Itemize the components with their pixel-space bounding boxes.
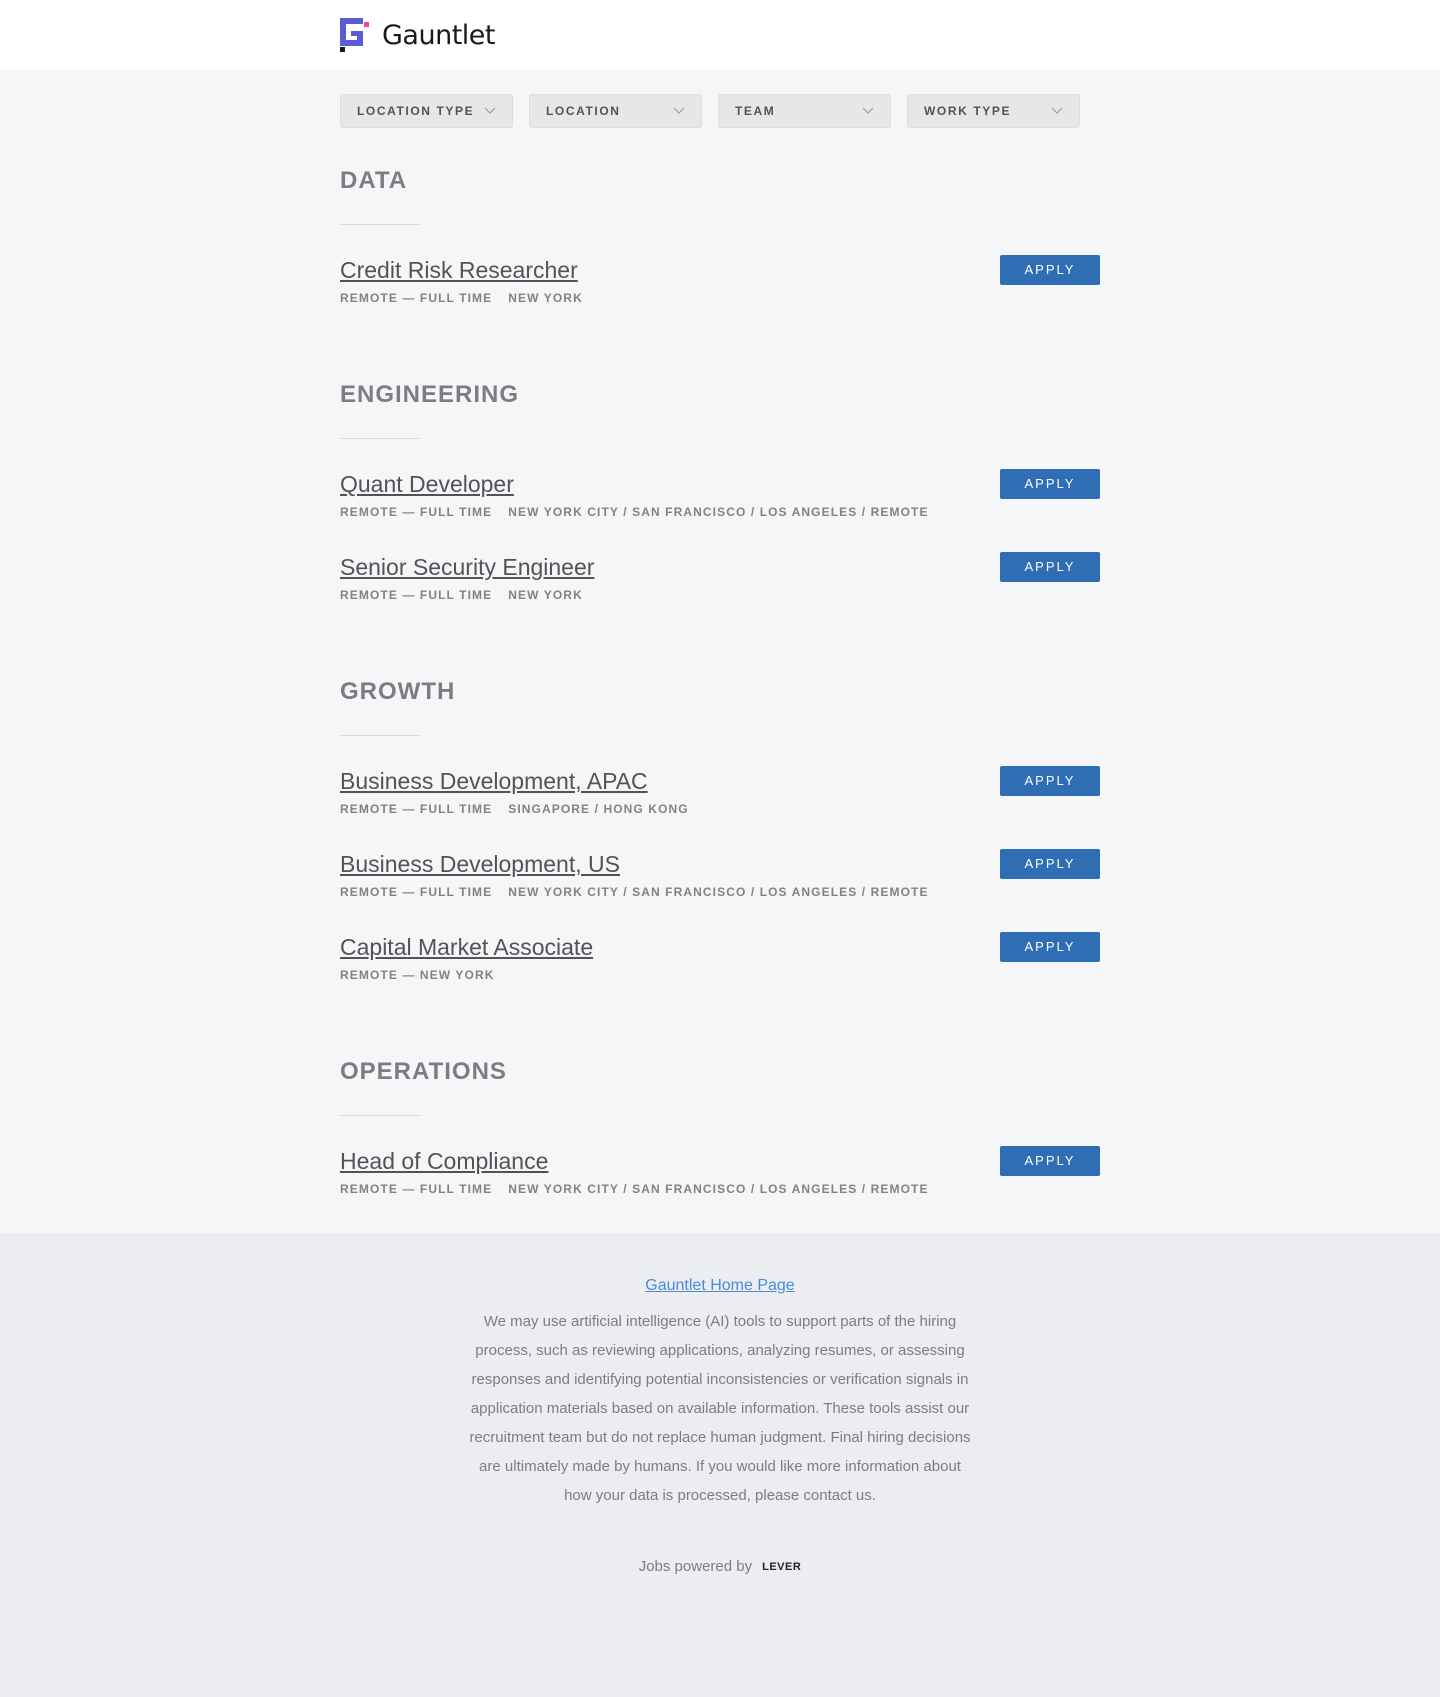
main-content: LOCATION TYPE LOCATION TEAM WORK TYPE DATA C… (0, 70, 1440, 1233)
posting-title-link[interactable]: Capital Market Associate (340, 932, 1100, 962)
filter-bar: LOCATION TYPE LOCATION TEAM WORK TYPE (340, 94, 1096, 128)
posting-title-link[interactable]: Quant Developer (340, 469, 1100, 499)
posting-meta: REMOTE — FULL TIME NEW YORK (340, 588, 1100, 602)
filter-dropdown-location-type[interactable]: LOCATION TYPE (340, 94, 513, 128)
filter-label: LOCATION (546, 104, 621, 118)
posting-location: NEW YORK CITY / SAN FRANCISCO / LOS ANGE… (508, 1182, 929, 1196)
filter-dropdown-work-type[interactable]: WORK TYPE (907, 94, 1080, 128)
powered-by: Jobs powered by LEVER (0, 1558, 1440, 1575)
posting-group-data: DATA Credit Risk Researcher REMOTE — FULL … (340, 166, 1100, 338)
posting-meta: REMOTE — FULL TIME SINGAPORE / HONG KONG (340, 802, 1100, 816)
group-title: OPERATIONS (340, 1058, 507, 1085)
posting-location: SINGAPORE / HONG KONG (508, 802, 689, 816)
ai-disclaimer: We may use artificial intelligence (AI) … (469, 1313, 971, 1504)
apply-button[interactable]: APPLY (1000, 766, 1100, 796)
posting-location: NEW YORK (508, 588, 583, 602)
gauntlet-logo-icon (340, 18, 369, 52)
posting-commitment: REMOTE — NEW YORK (340, 968, 495, 982)
posting-item: Quant Developer REMOTE — FULL TIME NEW YOR… (340, 469, 1100, 552)
apply-button[interactable]: APPLY (1000, 552, 1100, 582)
posting-title-link[interactable]: Credit Risk Researcher (340, 255, 1100, 285)
group-title: ENGINEERING (340, 381, 520, 408)
filter-label: LOCATION TYPE (357, 104, 475, 118)
posting-title-link[interactable]: Senior Security Engineer (340, 552, 1100, 582)
powered-by-text: Jobs powered by (638, 1558, 753, 1575)
posting-meta: REMOTE — FULL TIME NEW YORK CITY / SAN FR… (340, 885, 1100, 899)
posting-group-growth: GROWTH Business Development, APAC REMOTE —… (340, 677, 1100, 1015)
apply-button[interactable]: APPLY (1000, 255, 1100, 285)
posting-item: Head of Compliance REMOTE — FULL TIME NEW … (340, 1146, 1100, 1229)
site-header: Gauntlet (0, 0, 1440, 70)
posting-meta: REMOTE — FULL TIME NEW YORK (340, 291, 1100, 305)
apply-button[interactable]: APPLY (1000, 469, 1100, 499)
group-divider (340, 438, 420, 439)
posting-commitment: REMOTE — FULL TIME (340, 885, 493, 899)
posting-group-engineering: ENGINEERING Quant Developer REMOTE — FULL … (340, 380, 1100, 635)
posting-group-operations: OPERATIONS Head of Compliance REMOTE — FUL… (340, 1057, 1100, 1229)
chevron-down-icon (484, 107, 496, 114)
chevron-down-icon (862, 107, 874, 114)
brand-name: Gauntlet (382, 19, 495, 51)
chevron-down-icon (673, 107, 685, 114)
filter-label: TEAM (735, 104, 776, 118)
group-title: GROWTH (340, 678, 456, 705)
posting-commitment: REMOTE — FULL TIME (340, 1182, 493, 1196)
posting-commitment: REMOTE — FULL TIME (340, 291, 493, 305)
filter-dropdown-team[interactable]: TEAM (718, 94, 891, 128)
posting-item: Senior Security Engineer REMOTE — FULL TI… (340, 552, 1100, 635)
posting-title-link[interactable]: Business Development, US (340, 849, 1100, 879)
lever-logo[interactable]: LEVER (762, 1561, 801, 1573)
group-divider (340, 1115, 420, 1116)
posting-location: NEW YORK CITY / SAN FRANCISCO / LOS ANGE… (508, 505, 929, 519)
apply-button[interactable]: APPLY (1000, 1146, 1100, 1176)
posting-item: Credit Risk Researcher REMOTE — FULL TIME… (340, 255, 1100, 338)
chevron-down-icon (1051, 107, 1063, 114)
home-page-link[interactable]: Gauntlet Home Page (645, 1277, 794, 1295)
posting-meta: REMOTE — FULL TIME NEW YORK CITY / SAN FR… (340, 1182, 1100, 1196)
site-footer: Gauntlet Home Page We may use artificial… (0, 1233, 1440, 1697)
posting-title-link[interactable]: Business Development, APAC (340, 766, 1100, 796)
posting-commitment: REMOTE — FULL TIME (340, 802, 493, 816)
group-title: DATA (340, 167, 408, 194)
brand-logo[interactable]: Gauntlet (340, 18, 495, 52)
filter-label: WORK TYPE (924, 104, 1012, 118)
filter-dropdown-location[interactable]: LOCATION (529, 94, 702, 128)
posting-meta: REMOTE — FULL TIME NEW YORK CITY / SAN FR… (340, 505, 1100, 519)
posting-meta: REMOTE — NEW YORK (340, 968, 1100, 982)
group-divider (340, 224, 420, 225)
apply-button[interactable]: APPLY (1000, 932, 1100, 962)
apply-button[interactable]: APPLY (1000, 849, 1100, 879)
posting-item: Business Development, APAC REMOTE — FULL … (340, 766, 1100, 849)
posting-commitment: REMOTE — FULL TIME (340, 505, 493, 519)
posting-commitment: REMOTE — FULL TIME (340, 588, 493, 602)
group-divider (340, 735, 420, 736)
posting-title-link[interactable]: Head of Compliance (340, 1146, 1100, 1176)
posting-location: NEW YORK CITY / SAN FRANCISCO / LOS ANGE… (508, 885, 929, 899)
posting-item: Capital Market Associate REMOTE — NEW YOR… (340, 932, 1100, 1015)
postings-list: DATA Credit Risk Researcher REMOTE — FULL … (340, 166, 1100, 1271)
posting-location: NEW YORK (508, 291, 583, 305)
posting-item: Business Development, US REMOTE — FULL TI… (340, 849, 1100, 932)
